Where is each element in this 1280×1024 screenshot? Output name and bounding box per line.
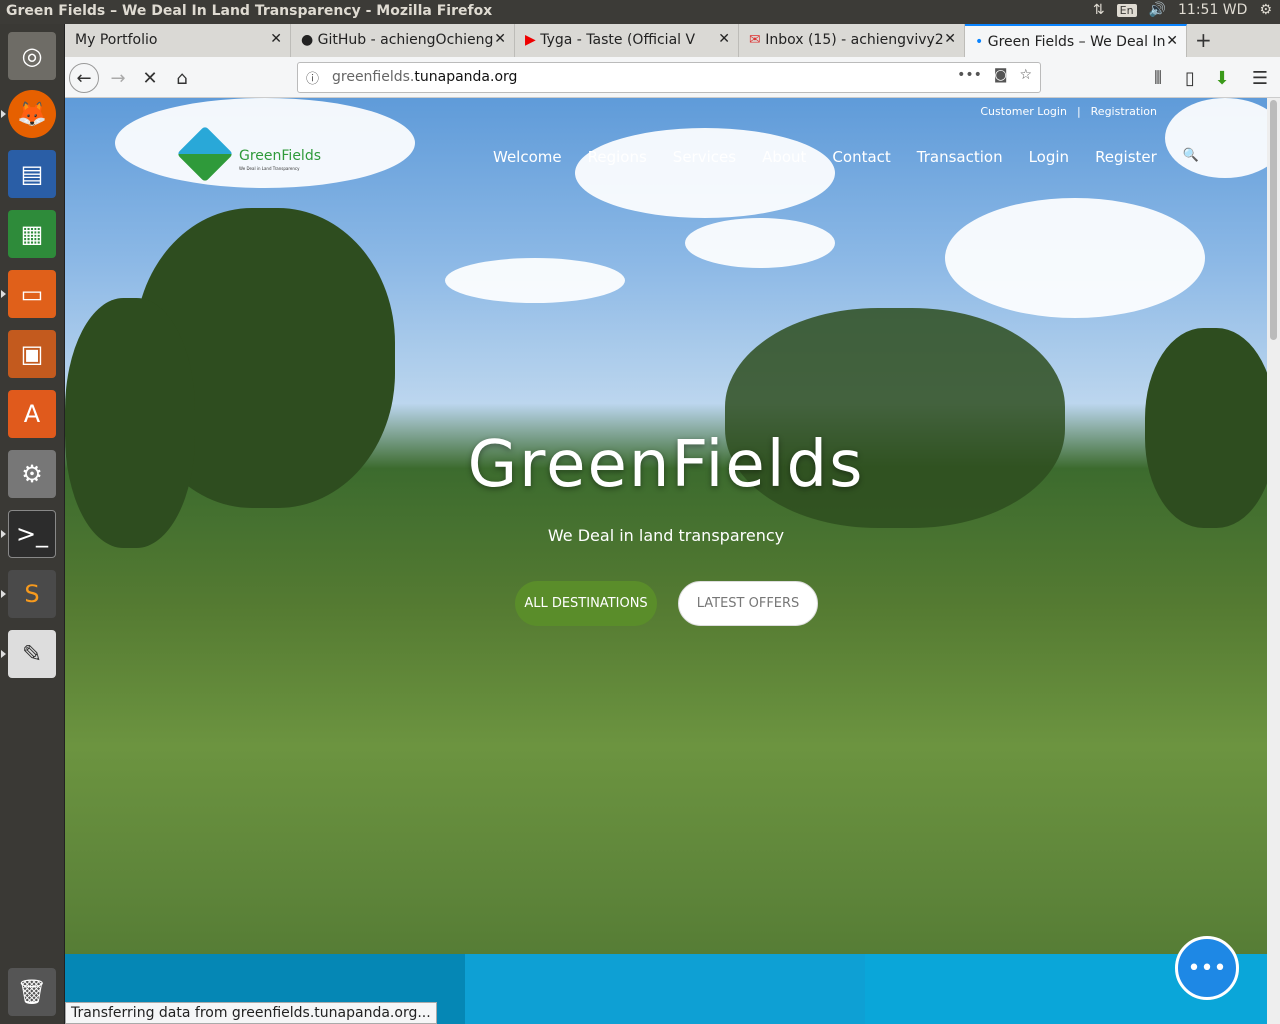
url-domain: tunapanda.org bbox=[414, 69, 518, 85]
web-page: GreenFields We Deal in Land Transparency… bbox=[65, 98, 1267, 1024]
forward-button[interactable]: → bbox=[103, 63, 133, 93]
loading-icon: • bbox=[975, 34, 984, 50]
tab-label: GitHub - achiengOchieng bbox=[317, 32, 494, 48]
files-icon[interactable]: ▭ bbox=[8, 270, 56, 318]
running-indicator bbox=[1, 650, 6, 658]
latest-offers-button[interactable]: LATEST OFFERS bbox=[678, 581, 818, 626]
tab-label: Green Fields – We Deal In bbox=[987, 34, 1166, 50]
search-icon[interactable]: 🔍 bbox=[1183, 148, 1199, 166]
tab-portfolio[interactable]: My Portfolio ✕ bbox=[65, 24, 291, 57]
close-icon[interactable]: ✕ bbox=[270, 31, 282, 47]
gmail-icon: ✉ bbox=[749, 32, 761, 48]
network-icon[interactable]: ⇅ bbox=[1093, 2, 1105, 18]
info-icon[interactable]: ⓘ bbox=[306, 68, 319, 87]
close-icon[interactable]: ✕ bbox=[718, 31, 730, 47]
writer-icon[interactable]: ▤ bbox=[8, 150, 56, 198]
cloud bbox=[945, 198, 1205, 318]
running-indicator bbox=[1, 590, 6, 598]
hero-title: GreenFields bbox=[467, 428, 865, 502]
running-indicator bbox=[1, 530, 6, 538]
sublime-text-icon[interactable]: S bbox=[8, 570, 56, 618]
feature-band bbox=[465, 954, 865, 1024]
url-prefix: greenfields. bbox=[332, 69, 415, 85]
library-icon[interactable]: ⫴ bbox=[1143, 63, 1173, 93]
text-editor-icon[interactable]: ✎ bbox=[8, 630, 56, 678]
running-indicator bbox=[1, 110, 6, 118]
url-bar[interactable]: ⓘ greenfields.tunapanda.org ••• ◙ ☆ bbox=[297, 62, 1041, 93]
firefox-icon[interactable]: 🦊 bbox=[8, 90, 56, 138]
cloud bbox=[575, 128, 835, 218]
nav-register[interactable]: Register bbox=[1095, 148, 1157, 166]
status-bar: Transferring data from greenfields.tunap… bbox=[65, 1002, 437, 1024]
running-indicator bbox=[1, 290, 6, 298]
navigation-toolbar: ← → ✕ ⌂ ⓘ greenfields.tunapanda.org ••• … bbox=[65, 57, 1280, 98]
tree bbox=[65, 298, 195, 548]
system-top-bar: Green Fields – We Deal In Land Transpare… bbox=[0, 0, 1280, 24]
cloud bbox=[445, 258, 625, 303]
launcher: ◎ 🦊 ▤ ▦ ▭ ▣ A ⚙ >_ S ✎ 🗑 bbox=[0, 24, 65, 1024]
close-icon[interactable]: ✕ bbox=[1166, 33, 1178, 49]
software-center-icon[interactable]: A bbox=[8, 390, 56, 438]
trash-icon[interactable]: 🗑 bbox=[8, 968, 56, 1016]
github-icon: ● bbox=[301, 32, 314, 48]
nav-welcome[interactable]: Welcome bbox=[493, 148, 562, 166]
volume-icon[interactable]: 🔊 bbox=[1149, 2, 1166, 18]
sidebar-icon[interactable]: ▯ bbox=[1175, 63, 1205, 93]
nav-services[interactable]: Services bbox=[673, 148, 736, 166]
site-logo[interactable]: GreenFields We Deal in Land Transparency bbox=[175, 125, 325, 188]
cloud bbox=[685, 218, 835, 268]
new-tab-button[interactable]: + bbox=[1195, 28, 1212, 52]
pocket-icon[interactable]: ◙ bbox=[994, 67, 1008, 83]
chat-icon[interactable]: ••• bbox=[1175, 936, 1239, 1000]
tab-greenfields[interactable]: • Green Fields – We Deal In ✕ bbox=[965, 24, 1187, 57]
settings-icon[interactable]: ⚙ bbox=[8, 450, 56, 498]
tab-label: Inbox (15) - achiengvivy2 bbox=[765, 32, 944, 48]
tab-github[interactable]: ● GitHub - achiengOchieng ✕ bbox=[291, 24, 515, 57]
tab-gmail[interactable]: ✉ Inbox (15) - achiengvivy2 ✕ bbox=[739, 24, 965, 57]
calc-icon[interactable]: ▦ bbox=[8, 210, 56, 258]
tab-label: My Portfolio bbox=[75, 32, 158, 48]
impress-icon[interactable]: ▣ bbox=[8, 330, 56, 378]
tab-label: Tyga - Taste (Official V bbox=[540, 32, 696, 48]
home-icon[interactable]: ⌂ bbox=[167, 63, 197, 93]
more-actions-icon[interactable]: ••• bbox=[957, 67, 982, 83]
bookmark-star-icon[interactable]: ☆ bbox=[1019, 67, 1032, 83]
system-tray: ⇅ En 🔊 11:51 WD ⚙ bbox=[1093, 2, 1272, 18]
registration-link[interactable]: Registration bbox=[1091, 105, 1157, 118]
customer-login-link[interactable]: Customer Login bbox=[980, 105, 1067, 118]
nav-contact[interactable]: Contact bbox=[832, 148, 890, 166]
all-destinations-button[interactable]: ALL DESTINATIONS bbox=[515, 581, 657, 626]
nav-regions[interactable]: Regions bbox=[588, 148, 647, 166]
menu-icon[interactable]: ☰ bbox=[1245, 63, 1275, 93]
logo-mark-icon bbox=[176, 125, 234, 183]
scrollbar-thumb[interactable] bbox=[1270, 100, 1277, 340]
page-scrollbar[interactable] bbox=[1267, 98, 1280, 1024]
back-button[interactable]: ← bbox=[69, 63, 99, 93]
top-links: Customer Login | Registration bbox=[980, 105, 1157, 118]
tab-strip: My Portfolio ✕ ● GitHub - achiengOchieng… bbox=[65, 24, 1280, 57]
clock[interactable]: 11:51 WD bbox=[1178, 2, 1247, 18]
nav-transaction[interactable]: Transaction bbox=[917, 148, 1003, 166]
keyboard-layout[interactable]: En bbox=[1116, 3, 1137, 17]
stop-button[interactable]: ✕ bbox=[135, 63, 165, 93]
download-icon[interactable]: ⬇ bbox=[1207, 63, 1237, 93]
gear-icon[interactable]: ⚙ bbox=[1259, 2, 1272, 18]
tab-youtube[interactable]: ▶ Tyga - Taste (Official V ✕ bbox=[515, 24, 739, 57]
main-navigation: Welcome Regions Services About Contact T… bbox=[493, 148, 1199, 166]
nav-about[interactable]: About bbox=[762, 148, 806, 166]
youtube-icon: ▶ bbox=[525, 32, 536, 48]
nav-login[interactable]: Login bbox=[1029, 148, 1069, 166]
cloud bbox=[1165, 98, 1267, 178]
ubuntu-logo-icon[interactable]: ◎ bbox=[8, 32, 56, 80]
terminal-icon[interactable]: >_ bbox=[8, 510, 56, 558]
hero-subtitle: We Deal in land transparency bbox=[547, 526, 785, 545]
close-icon[interactable]: ✕ bbox=[494, 31, 506, 47]
logo-tagline: We Deal in Land Transparency bbox=[239, 166, 300, 171]
window-title: Green Fields – We Deal In Land Transpare… bbox=[6, 3, 493, 19]
separator: | bbox=[1076, 105, 1081, 118]
logo-name: GreenFields bbox=[239, 148, 322, 164]
close-icon[interactable]: ✕ bbox=[944, 31, 956, 47]
